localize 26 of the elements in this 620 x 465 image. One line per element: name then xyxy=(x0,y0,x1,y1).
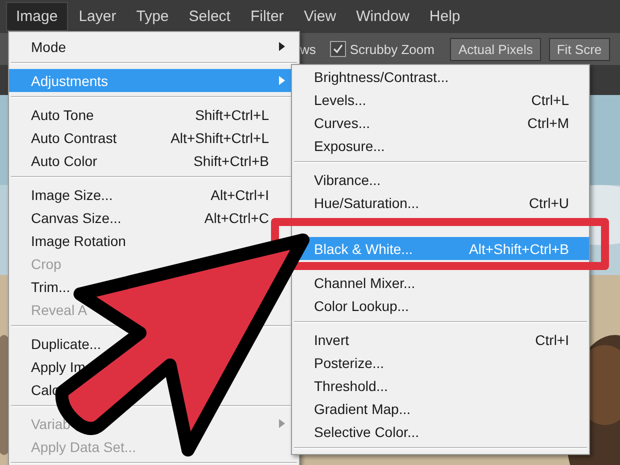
menu-item[interactable]: Invert Ctrl+I xyxy=(292,328,589,351)
menu-item[interactable]: Gradient Map... xyxy=(292,397,589,420)
checkbox-label: Scrubby Zoom xyxy=(350,42,434,56)
menu-item[interactable]: Channel Mixer... xyxy=(292,271,589,294)
menu-item[interactable]: Posterize... xyxy=(292,351,589,374)
menu-item[interactable]: Vibrance... xyxy=(292,168,589,191)
menu-item[interactable]: Threshold... xyxy=(292,374,589,397)
menu-title[interactable]: Layer xyxy=(70,3,126,30)
menu-title[interactable]: Window xyxy=(347,3,418,30)
menu-title[interactable]: View xyxy=(294,3,346,30)
checkbox[interactable] xyxy=(330,41,346,57)
option-button[interactable]: Fit Scre xyxy=(548,38,610,60)
menu-item[interactable]: Mode xyxy=(9,35,299,58)
menu-item[interactable]: Curves... Ctrl+M xyxy=(292,111,589,134)
check-icon xyxy=(332,43,344,55)
menu-item[interactable]: Color Lookup... xyxy=(292,294,589,317)
menu-item[interactable]: Hue/Saturation... Ctrl+U xyxy=(292,191,589,214)
menu-title[interactable]: Filter xyxy=(241,3,293,30)
menu-title[interactable]: Select xyxy=(180,3,240,30)
option-button[interactable]: Actual Pixels xyxy=(450,38,541,60)
menu-title[interactable]: Type xyxy=(127,3,178,30)
menu-title[interactable]: Help xyxy=(420,3,470,30)
menu-title[interactable]: Image xyxy=(6,2,68,31)
menu-item[interactable]: Selective Color... xyxy=(292,420,589,443)
menu-item[interactable]: Exposure... xyxy=(292,134,589,157)
option-label: ws xyxy=(300,42,316,56)
